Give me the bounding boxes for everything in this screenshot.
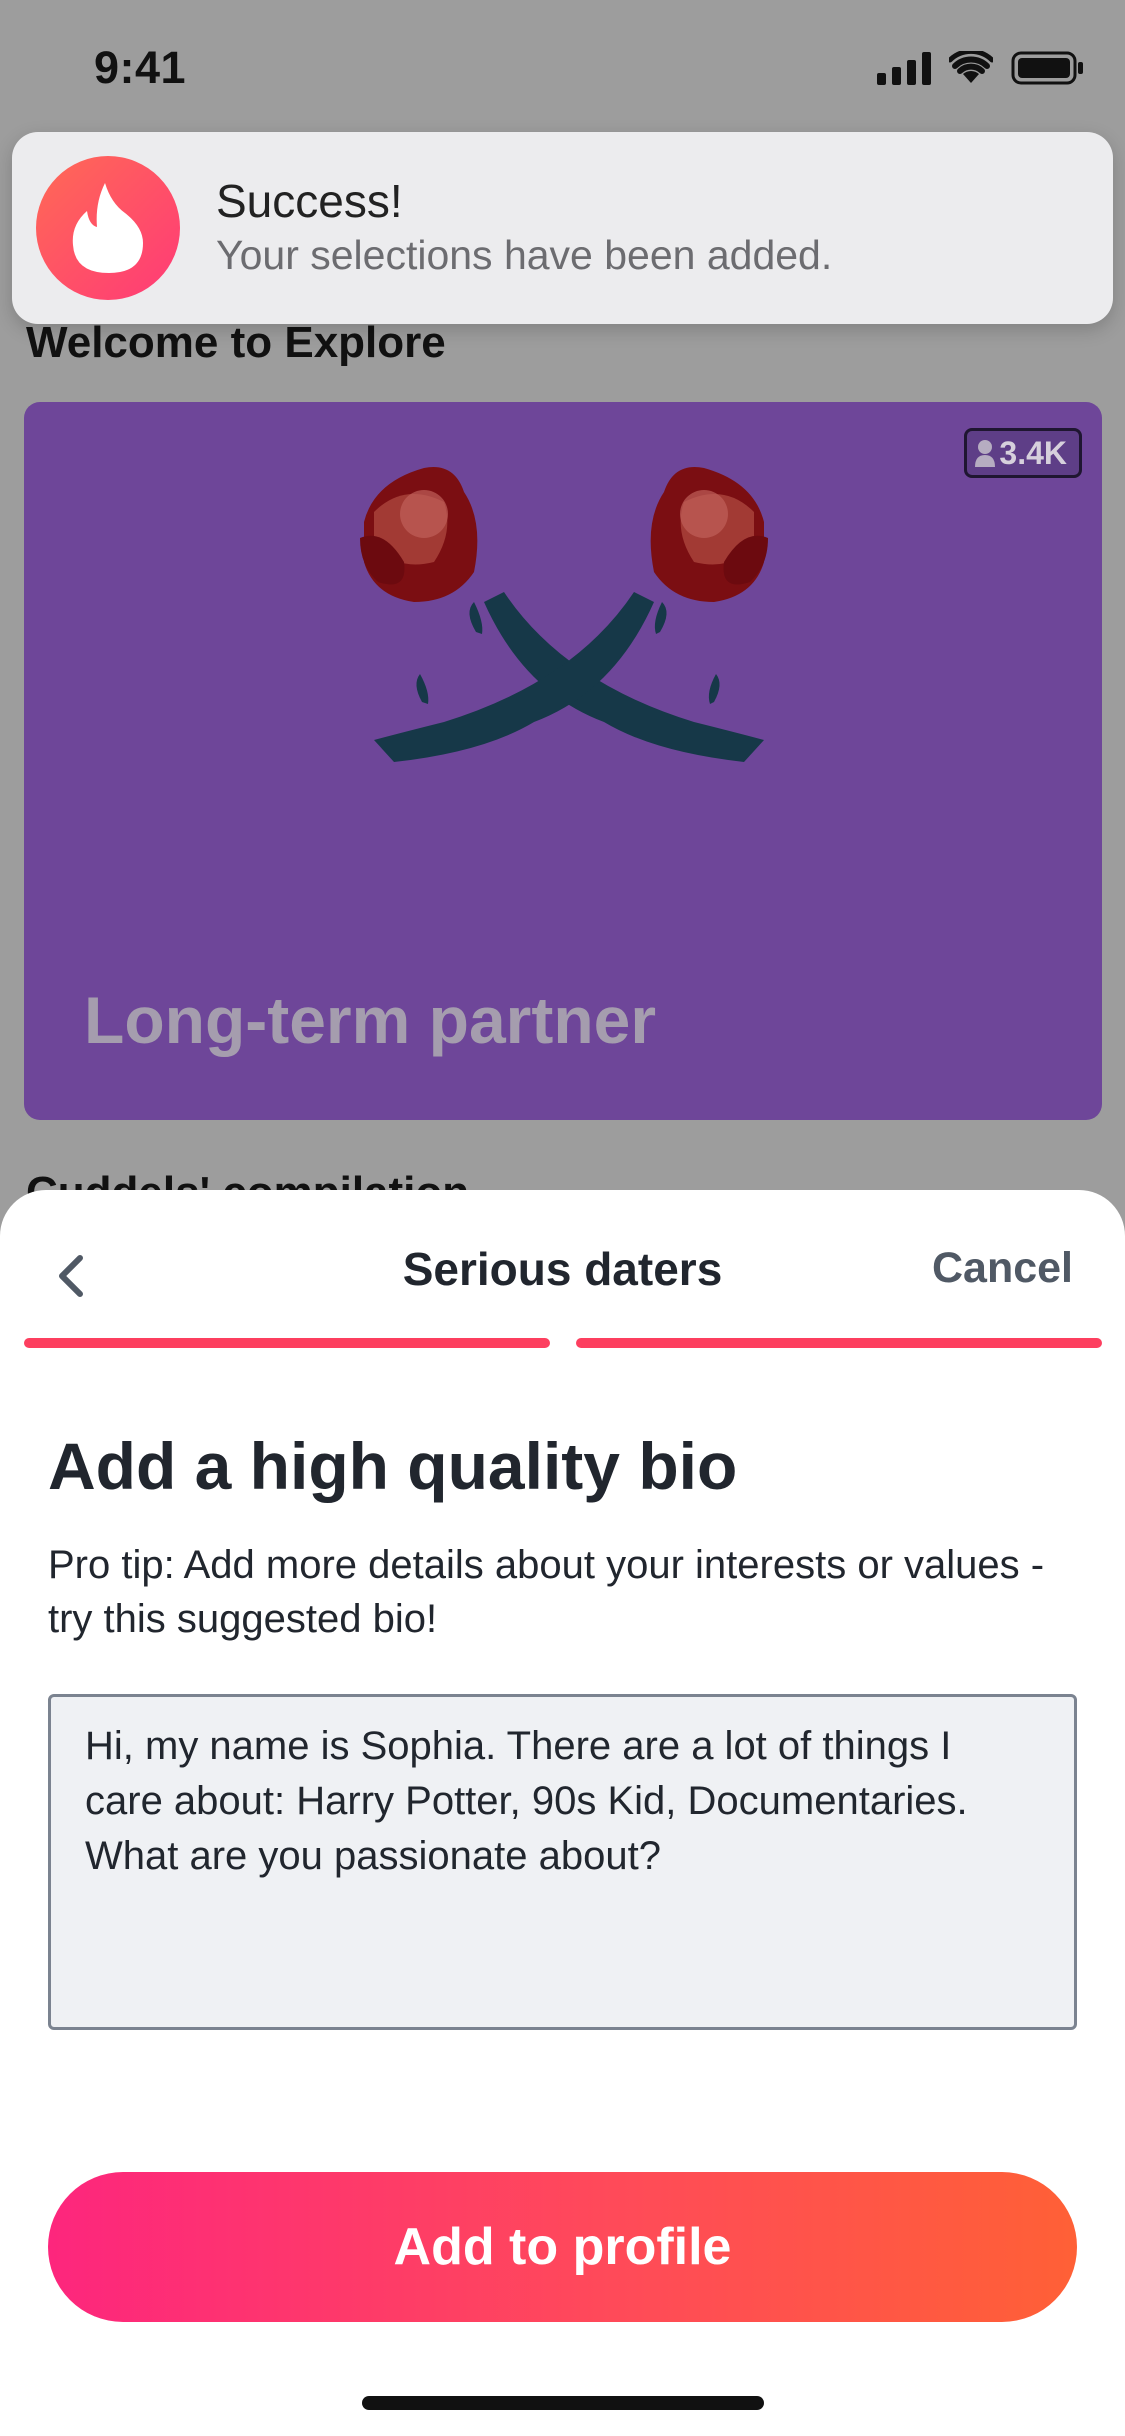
card-title: Long-term partner [84, 983, 657, 1057]
battery-icon [1011, 51, 1083, 85]
cancel-button[interactable]: Cancel [932, 1244, 1073, 1293]
member-count-badge: 3.4K [964, 428, 1082, 478]
person-icon [975, 440, 996, 467]
wifi-icon [949, 51, 993, 83]
home-indicator [362, 2396, 764, 2410]
progress-step-2 [576, 1338, 1102, 1348]
bio-textarea[interactable]: Hi, my name is Sophia. There are a lot o… [48, 1694, 1077, 2030]
add-to-profile-button[interactable]: Add to profile [48, 2172, 1077, 2322]
bio-heading: Add a high quality bio [48, 1429, 738, 1503]
success-notification[interactable]: Success! Your selections have been added… [12, 132, 1113, 324]
bio-pro-tip: Pro tip: Add more details about your int… [48, 1543, 1045, 1641]
notification-message: Your selections have been added. [216, 232, 833, 278]
progress-bar [24, 1338, 1102, 1348]
member-count: 3.4K [999, 434, 1067, 471]
notification-title: Success! [216, 175, 403, 227]
tinder-flame-icon [36, 156, 180, 300]
long-term-partner-card[interactable]: 3.4K Long-term partner [24, 402, 1102, 1120]
cellular-signal-icon [877, 51, 931, 85]
status-bar: 9:41 [0, 0, 1125, 132]
explore-welcome-title: Welcome to Explore [26, 318, 446, 367]
status-time: 9:41 [94, 42, 187, 93]
progress-step-1 [24, 1338, 550, 1348]
roses-illustration [360, 467, 768, 762]
serious-daters-sheet: Serious daters Cancel Add a high quality… [0, 1190, 1125, 2436]
status-icons [877, 50, 1085, 86]
